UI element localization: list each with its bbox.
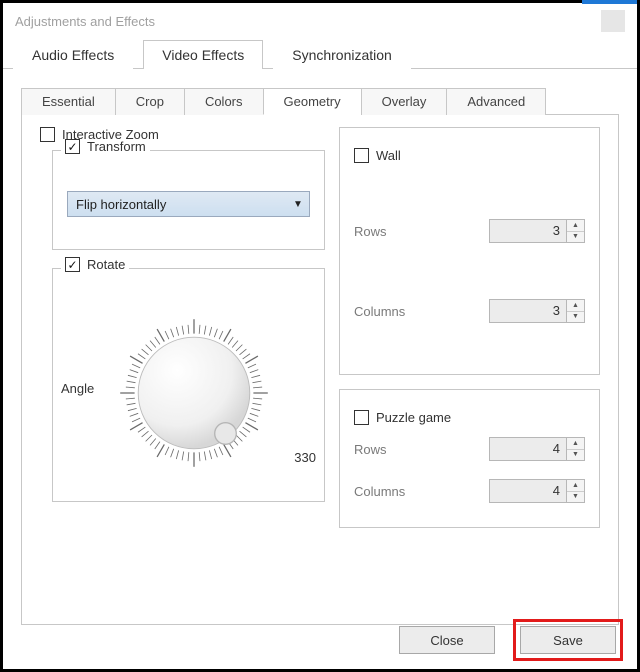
save-button[interactable]: Save	[520, 626, 616, 654]
puzzle-rows-label: Rows	[354, 442, 387, 457]
window-title: Adjustments and Effects	[15, 14, 155, 29]
wall-label: Wall	[376, 148, 401, 163]
rotate-group: Rotate Angle	[52, 268, 325, 502]
rotate-checkbox[interactable]	[65, 257, 80, 272]
puzzle-label: Puzzle game	[376, 410, 451, 425]
wall-cols-label: Columns	[354, 304, 405, 319]
angle-label: Angle	[61, 381, 94, 396]
angle-value: 330	[294, 450, 316, 465]
tab-video-effects[interactable]: Video Effects	[143, 40, 263, 69]
wall-rows-spinner[interactable]: 3 ▲▼	[489, 219, 585, 243]
transform-selected: Flip horizontally	[76, 197, 166, 212]
wall-checkbox[interactable]	[354, 148, 369, 163]
transform-label: Transform	[87, 139, 146, 154]
caret-up-icon[interactable]: ▲	[567, 300, 584, 312]
puzzle-cols-value: 4	[490, 480, 566, 502]
interactive-zoom-checkbox[interactable]	[40, 127, 55, 142]
transform-dropdown[interactable]: Flip horizontally ▼	[67, 191, 310, 217]
caret-down-icon[interactable]: ▼	[567, 492, 584, 503]
caret-up-icon[interactable]: ▲	[567, 220, 584, 232]
tab-essential[interactable]: Essential	[21, 88, 116, 115]
rotate-label: Rotate	[87, 257, 125, 272]
tab-geometry[interactable]: Geometry	[263, 88, 362, 115]
tab-colors[interactable]: Colors	[184, 88, 264, 115]
puzzle-rows-spinner[interactable]: 4 ▲▼	[489, 437, 585, 461]
sub-tab-strip: Essential Crop Colors Geometry Overlay A…	[21, 87, 619, 115]
puzzle-rows-value: 4	[490, 438, 566, 460]
save-button-highlight: Save	[513, 619, 623, 661]
main-tab-strip: Audio Effects Video Effects Synchronizat…	[3, 39, 637, 69]
tab-synchronization[interactable]: Synchronization	[273, 40, 411, 69]
caret-down-icon[interactable]: ▼	[567, 232, 584, 243]
puzzle-cols-spinner[interactable]: 4 ▲▼	[489, 479, 585, 503]
caret-down-icon[interactable]: ▼	[567, 312, 584, 323]
caret-up-icon[interactable]: ▲	[567, 438, 584, 450]
puzzle-cols-label: Columns	[354, 484, 405, 499]
wall-cols-spinner[interactable]: 3 ▲▼	[489, 299, 585, 323]
caret-up-icon[interactable]: ▲	[567, 480, 584, 492]
close-button[interactable]: Close	[399, 626, 495, 654]
transform-checkbox[interactable]	[65, 139, 80, 154]
puzzle-checkbox[interactable]	[354, 410, 369, 425]
caret-down-icon[interactable]: ▼	[567, 450, 584, 461]
dialog-footer: Close Save	[399, 619, 623, 661]
tab-audio-effects[interactable]: Audio Effects	[13, 40, 133, 69]
tab-overlay[interactable]: Overlay	[361, 88, 448, 115]
tab-advanced[interactable]: Advanced	[446, 88, 546, 115]
transform-group: Transform Flip horizontally ▼	[52, 150, 325, 250]
wall-rows-value: 3	[490, 220, 566, 242]
wall-cols-value: 3	[490, 300, 566, 322]
puzzle-group: Puzzle game Rows 4 ▲▼ Columns 4 ▲▼	[339, 389, 600, 528]
rotate-dial[interactable]	[104, 303, 284, 483]
window-close-button[interactable]	[601, 10, 625, 32]
wall-rows-label: Rows	[354, 224, 387, 239]
geometry-panel: Interactive Zoom Transform Flip horizont…	[21, 115, 619, 625]
wall-group: Wall Rows 3 ▲▼ Columns 3 ▲▼	[339, 127, 600, 375]
chevron-down-icon: ▼	[293, 199, 303, 210]
tab-crop[interactable]: Crop	[115, 88, 185, 115]
titlebar: Adjustments and Effects	[3, 3, 637, 39]
